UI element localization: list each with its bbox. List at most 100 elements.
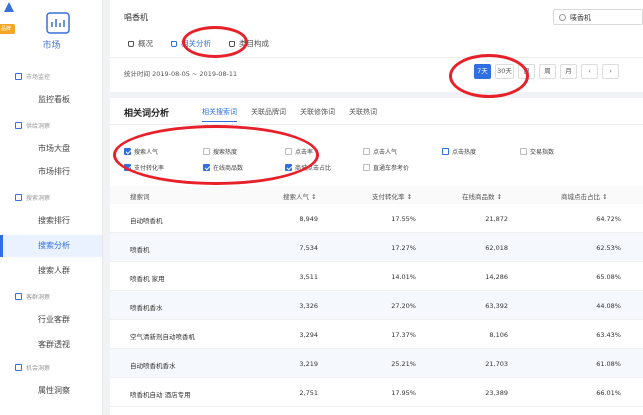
- lock-icon: [128, 40, 134, 47]
- table-cell: 3,294: [299, 331, 318, 339]
- table-cell: 21,703: [485, 360, 508, 368]
- supply-icon: [15, 122, 22, 129]
- table-cell: 喷香机香水: [130, 304, 163, 312]
- checkbox-click-popularity[interactable]: 点击人气: [363, 147, 397, 156]
- table-row[interactable]: 喷香机自动 酒店专用 2,751 17.95% 23,389 66.01%: [110, 378, 643, 407]
- market-label: 市场: [42, 41, 61, 51]
- checkbox-click-rate[interactable]: 点击率: [285, 147, 313, 156]
- tab-related-analysis[interactable]: 相关分析: [171, 38, 211, 49]
- checkbox-ztc-price[interactable]: 直通车参考价: [363, 163, 409, 172]
- table-cell: 2,751: [299, 389, 318, 397]
- table-cell: 62.53%: [596, 244, 621, 252]
- table-cell: 17.55%: [391, 215, 416, 223]
- checkbox-pay-conversion[interactable]: 支付转化率: [124, 163, 164, 172]
- table-cell: 21,872: [485, 215, 508, 223]
- checkbox-search-heat[interactable]: 搜索热度: [203, 147, 237, 156]
- table-cell: 64.72%: [596, 215, 621, 223]
- table-row[interactable]: 空气清新剂自动喷香机 3,294 17.37% 8,106 63.43%: [110, 320, 643, 349]
- table-cell: 3,219: [299, 360, 318, 368]
- table-cell: 空气清新剂自动喷香机: [130, 333, 195, 341]
- next-arrow-icon[interactable]: ›: [602, 64, 619, 79]
- period-30d-button[interactable]: 30天: [495, 64, 514, 79]
- table-row[interactable]: 喷香机 7,534 17.27% 62,018 62.53%: [110, 233, 643, 262]
- monitor-icon: [15, 73, 22, 80]
- checkbox-online-goods[interactable]: 在线商品数: [203, 163, 243, 172]
- brand-badge: 品牌: [0, 24, 15, 34]
- period-week-button[interactable]: 周: [539, 64, 556, 79]
- col-mall-click-share[interactable]: 商城点击占比 ↕: [561, 191, 608, 201]
- table-row[interactable]: 喷香机香水 3,326 27.20% 63,392 44.08%: [110, 291, 643, 320]
- sidebar-item-industry-customer[interactable]: 行业客群: [0, 309, 102, 331]
- sidebar-item-search-analysis[interactable]: 搜索分析: [0, 235, 102, 257]
- checkbox-mall-click-share[interactable]: 商城点击占比: [285, 163, 331, 172]
- table-cell: 63,392: [485, 302, 508, 310]
- period-selector: 7天 30天 日 周 月 ‹ ›: [474, 64, 619, 79]
- table-cell: 14,286: [485, 273, 508, 281]
- table-cell: 8,949: [299, 215, 318, 223]
- period-day-button[interactable]: 日: [518, 64, 535, 79]
- table-cell: 17.95%: [391, 389, 416, 397]
- market-icon[interactable]: [46, 12, 70, 34]
- customer-icon: [15, 293, 22, 300]
- table-cell: 3,326: [299, 302, 318, 310]
- divider: [110, 124, 643, 125]
- tab-overview[interactable]: 概况: [128, 38, 153, 49]
- group-market-monitor: 市场监控: [15, 72, 50, 81]
- sidebar-item-market-overview[interactable]: 市场大盘: [0, 138, 102, 160]
- table-cell: 66.01%: [596, 389, 621, 397]
- period-month-button[interactable]: 月: [560, 64, 577, 79]
- table-cell: 自动喷香机香水: [130, 362, 176, 370]
- search-box[interactable]: [553, 9, 643, 25]
- checkbox-trade-index[interactable]: 交易指数: [520, 147, 554, 156]
- stat-time: 统计时间 2019-08-05 ~ 2019-08-11: [124, 70, 238, 78]
- header: 唱香机 概况 相关分析 类目构成 统计时间 2019-08-05 ~ 2019-…: [110, 0, 643, 92]
- subtab-related-search[interactable]: 相关搜索词: [202, 107, 237, 122]
- sidebar-item-search-crowd[interactable]: 搜索人群: [0, 260, 102, 282]
- tab-category-composition[interactable]: 类目构成: [229, 38, 269, 49]
- col-pay-conversion[interactable]: 支付转化率 ↕: [372, 191, 412, 201]
- section-title: 相关词分析: [124, 109, 170, 119]
- search-input[interactable]: [570, 12, 640, 23]
- lock-icon: [171, 40, 177, 47]
- subtab-hot[interactable]: 关联热词: [349, 107, 377, 122]
- table-header: 搜索词 搜索人气 ↕ 支付转化率 ↕ 在线商品数 ↕ 商城点击占比 ↕: [110, 186, 643, 204]
- table-row[interactable]: 喷香机 家用 3,511 14.01% 14,286 65.08%: [110, 262, 643, 291]
- divider: [110, 57, 643, 58]
- sort-icon: ↕: [406, 193, 413, 201]
- col-keyword[interactable]: 搜索词: [130, 191, 150, 201]
- sidebar-item-market-rank[interactable]: 市场排行: [0, 161, 102, 183]
- subtab-brand[interactable]: 关联品牌词: [251, 107, 286, 122]
- table-cell: 65.08%: [596, 273, 621, 281]
- lock-icon: [229, 40, 235, 47]
- table-cell: 8,106: [489, 331, 508, 339]
- table-cell: 17.37%: [391, 331, 416, 339]
- table-cell: 7,534: [299, 244, 318, 252]
- table-cell: 44.08%: [596, 302, 621, 310]
- subtab-modifier[interactable]: 关联修饰词: [300, 107, 335, 122]
- header-tabs: 概况 相关分析 类目构成: [128, 38, 269, 49]
- col-search-popularity[interactable]: 搜索人气 ↕: [283, 191, 317, 201]
- checkbox-search-popularity[interactable]: 搜索人气: [124, 147, 158, 156]
- table-row[interactable]: 自动喷香机香水 3,219 25.21% 21,703 61.08%: [110, 349, 643, 378]
- search-group-icon: [15, 194, 22, 201]
- sidebar-item-search-rank[interactable]: 搜索排行: [0, 210, 102, 232]
- col-online-goods[interactable]: 在线商品数 ↕: [462, 191, 502, 201]
- table-cell: 自动喷香机: [130, 217, 163, 225]
- opportunity-icon: [15, 364, 22, 371]
- sidebar-item-customer-insight[interactable]: 客群透视: [0, 334, 102, 356]
- period-7d-button[interactable]: 7天: [474, 64, 491, 79]
- sidebar-item-monitor-board[interactable]: 监控看板: [0, 89, 102, 111]
- checkbox-click-heat[interactable]: 点击热度: [442, 147, 476, 156]
- table-cell: 61.08%: [596, 360, 621, 368]
- search-icon: [559, 14, 566, 21]
- table-cell: 14.01%: [391, 273, 416, 281]
- page-title: 唱香机: [124, 13, 148, 22]
- table-cell: 3,511: [299, 273, 318, 281]
- app-logo-icon: [4, 2, 14, 12]
- table-row[interactable]: 自动喷香机 8,949 17.55% 21,872 64.72%: [110, 204, 643, 233]
- table-cell: 62,018: [485, 244, 508, 252]
- sidebar-item-attribute-insight[interactable]: 属性洞察: [0, 380, 102, 402]
- group-opportunity: 机会洞察: [15, 363, 50, 372]
- prev-arrow-icon[interactable]: ‹: [581, 64, 598, 79]
- group-supply: 供给洞察: [15, 121, 50, 130]
